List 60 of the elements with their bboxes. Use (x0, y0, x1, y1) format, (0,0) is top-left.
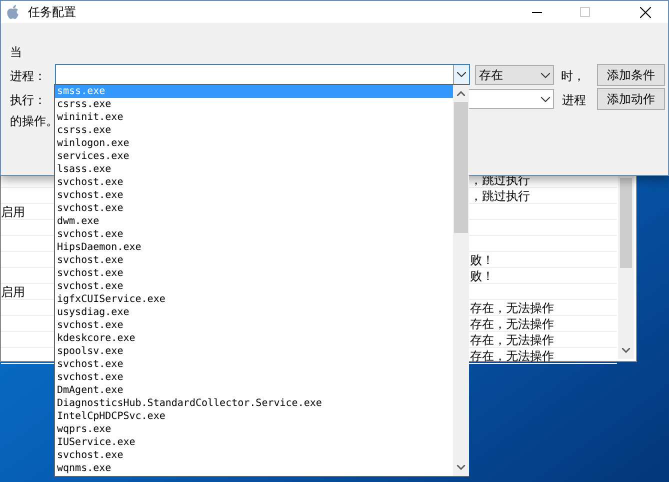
process-combobox[interactable] (55, 64, 470, 85)
scrollbar[interactable] (453, 85, 469, 476)
table-cell: 存在，无法操作 (470, 316, 554, 332)
process-option[interactable]: svchost.exe (55, 280, 453, 293)
process-option[interactable]: kdeskcore.exe (55, 332, 453, 345)
process-option[interactable]: svchost.exe (55, 202, 453, 215)
process-option[interactable]: HipsDaemon.exe (55, 241, 453, 254)
process-option[interactable]: svchost.exe (55, 319, 453, 332)
process-option[interactable]: wininit.exe (55, 111, 453, 124)
table-cell: 存在，无法操作 (470, 332, 554, 348)
add-condition-button[interactable]: 添加条件 (597, 64, 665, 86)
process-option[interactable]: svchost.exe (55, 267, 453, 280)
process-option[interactable]: IUService.exe (55, 436, 453, 449)
scroll-down-icon[interactable] (622, 348, 630, 353)
process-option[interactable]: wqnms.exe (55, 462, 453, 475)
process-option[interactable]: svchost.exe (55, 358, 453, 371)
process-option[interactable]: dwm.exe (55, 215, 453, 228)
table-cell: ，跳过执行 (470, 188, 530, 204)
process-option[interactable]: svchost.exe (55, 228, 453, 241)
chevron-down-icon (541, 96, 550, 102)
process-option[interactable]: services.exe (55, 150, 453, 163)
when-label: 当 (10, 44, 22, 61)
process-option[interactable]: svchost.exe (55, 371, 453, 384)
scroll-down-icon[interactable] (457, 465, 465, 470)
close-icon[interactable] (640, 6, 651, 18)
scrollbar-thumb[interactable] (620, 178, 632, 268)
process-option[interactable]: IntelCpHDCPSvc.exe (55, 410, 453, 423)
process-option[interactable]: spoolsv.exe (55, 345, 453, 358)
process-option[interactable]: DiagnosticsHub.StandardCollector.Service.exe (55, 397, 453, 410)
add-action-button[interactable]: 添加动作 (597, 88, 665, 110)
process-option[interactable]: svchost.exe (55, 189, 453, 202)
table-cell: 启用 (1, 204, 25, 220)
process-option[interactable]: svchost.exe (55, 449, 453, 462)
process-option[interactable]: csrss.exe (55, 98, 453, 111)
chevron-down-icon (457, 72, 466, 77)
table-cell: 启用 (1, 284, 25, 300)
time-label: 时， (561, 68, 585, 85)
table-cell: 存在，无法操作 (470, 300, 554, 316)
chevron-down-icon (541, 72, 550, 78)
table-cell: 败！ (470, 252, 494, 268)
process-option[interactable]: svchost.exe (55, 176, 453, 189)
scroll-up-icon[interactable] (457, 91, 465, 96)
process-option[interactable]: svchost.exe (55, 254, 453, 267)
table-cell: 存在，无法操作 (470, 348, 554, 364)
table-cell: 败！ (470, 268, 494, 284)
process-option[interactable]: igfxCUIService.exe (55, 293, 453, 306)
window-title: 任务配置 (28, 4, 76, 21)
scrollbar-thumb[interactable] (454, 102, 468, 233)
process-option[interactable]: wqprs.exe (55, 423, 453, 436)
operation-label: 的操作。 (10, 114, 58, 130)
process-label: 进程 (562, 92, 586, 109)
process-option[interactable]: DmAgent.exe (55, 384, 453, 397)
process-option[interactable]: winlogon.exe (55, 137, 453, 150)
process-label: 进程： (10, 68, 46, 85)
process-option[interactable]: lsass.exe (55, 163, 453, 176)
execute-label: 执行： (10, 92, 46, 109)
process-option[interactable]: csrss.exe (55, 124, 453, 137)
condition-select[interactable]: 存在 (475, 65, 554, 85)
process-option[interactable]: usysdiag.exe (55, 306, 453, 319)
apple-icon (6, 4, 20, 20)
